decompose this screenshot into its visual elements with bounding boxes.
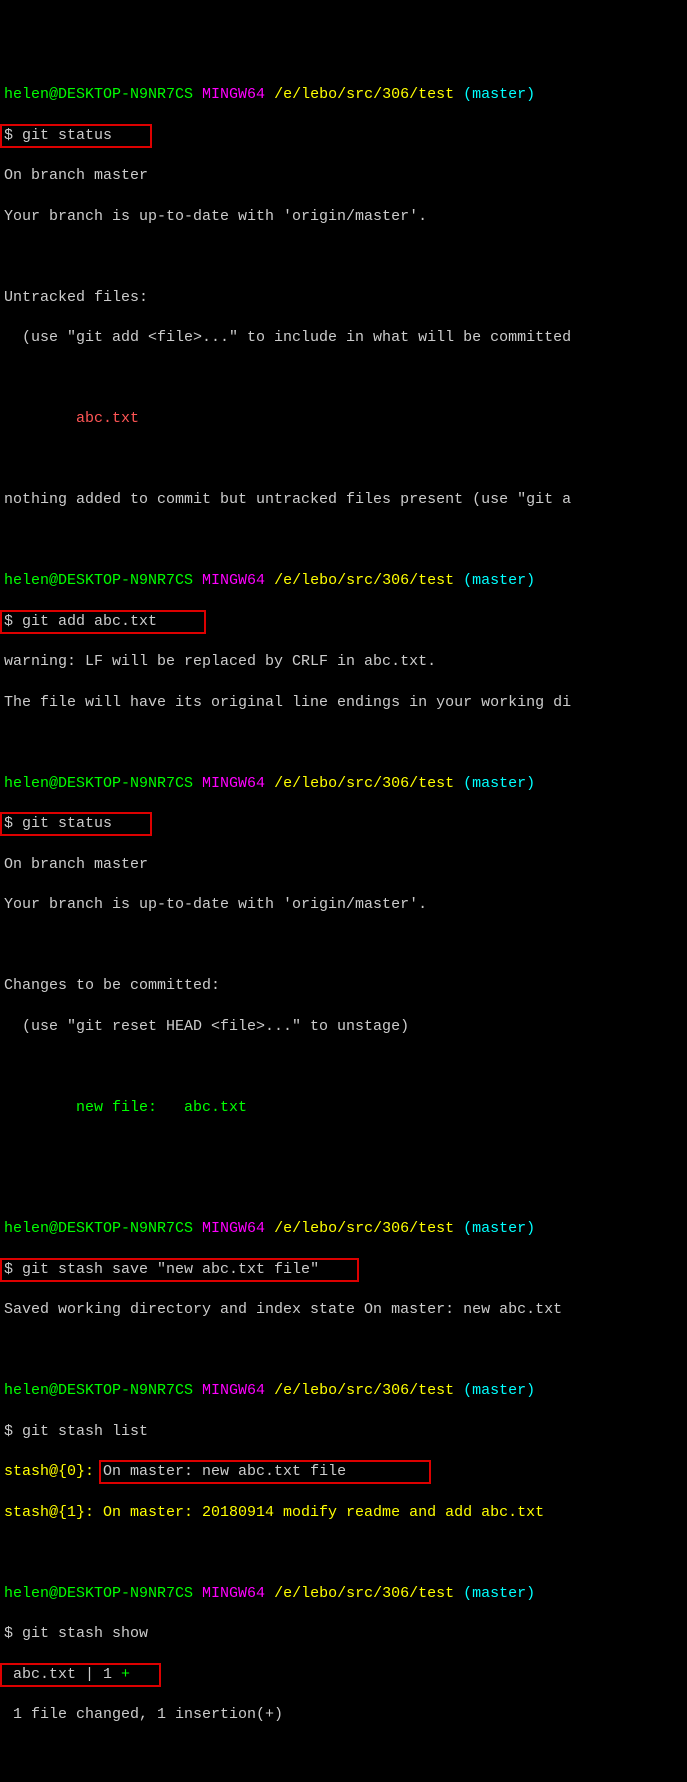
cmd-status[interactable]: git status — [22, 127, 112, 144]
shell: MINGW64 — [202, 775, 265, 792]
output-line: Saved working directory and index state … — [4, 1300, 683, 1320]
path: /e/lebo/src/306/test — [274, 1382, 454, 1399]
blank-line — [4, 369, 683, 389]
userhost: helen@DESKTOP-N9NR7CS — [4, 572, 193, 589]
prompt-line: helen@DESKTOP-N9NR7CS MINGW64 /e/lebo/sr… — [4, 85, 683, 105]
userhost: helen@DESKTOP-N9NR7CS — [4, 1382, 193, 1399]
output-line: nothing added to commit but untracked fi… — [4, 490, 683, 510]
cmd-add[interactable]: git add abc.txt — [22, 613, 157, 630]
output-line: On branch master — [4, 166, 683, 186]
branch: (master) — [463, 1585, 535, 1602]
branch: (master) — [463, 1220, 535, 1237]
path: /e/lebo/src/306/test — [274, 572, 454, 589]
blank-line — [4, 1057, 683, 1077]
shell: MINGW64 — [202, 1220, 265, 1237]
cmd-line: $ git stash save "new abc.txt file" — [4, 1260, 683, 1280]
output-line: warning: LF will be replaced by CRLF in … — [4, 652, 683, 672]
blank-line — [4, 247, 683, 267]
cmd-stash-show[interactable]: git stash show — [22, 1625, 148, 1642]
output-line: Your branch is up-to-date with 'origin/m… — [4, 895, 683, 915]
stash-line: stash@{1}: On master: 20180914 modify re… — [4, 1503, 683, 1523]
blank-line — [4, 1341, 683, 1361]
plus-icon: + — [121, 1666, 130, 1683]
output-line: Your branch is up-to-date with 'origin/m… — [4, 207, 683, 227]
highlight-box: $ git stash save "new abc.txt file" — [0, 1258, 359, 1282]
userhost: helen@DESKTOP-N9NR7CS — [4, 86, 193, 103]
cmd-line: $ git status — [4, 126, 683, 146]
highlight-box: $ git status — [0, 812, 152, 836]
prompt-line: helen@DESKTOP-N9NR7CS MINGW64 /e/lebo/sr… — [4, 1381, 683, 1401]
dollar: $ — [4, 1261, 22, 1278]
blank-line — [4, 1179, 683, 1199]
userhost: helen@DESKTOP-N9NR7CS — [4, 1220, 193, 1237]
blank-line — [4, 1543, 683, 1563]
prompt-line: helen@DESKTOP-N9NR7CS MINGW64 /e/lebo/sr… — [4, 1219, 683, 1239]
highlight-box: On master: new abc.txt file — [99, 1460, 431, 1484]
dollar: $ — [4, 613, 22, 630]
stash-line: stash@{0}: On master: new abc.txt file — [4, 1462, 683, 1482]
output-line: (use "git reset HEAD <file>..." to unsta… — [4, 1017, 683, 1037]
untracked-file: abc.txt — [4, 409, 683, 429]
shell: MINGW64 — [202, 86, 265, 103]
output-line: (use "git add <file>..." to include in w… — [4, 328, 683, 348]
highlight-box: abc.txt | 1 + — [0, 1663, 161, 1687]
path: /e/lebo/src/306/test — [274, 1585, 454, 1602]
blank-line — [4, 531, 683, 551]
branch: (master) — [463, 86, 535, 103]
cmd-stash-save[interactable]: git stash save "new abc.txt file" — [22, 1261, 319, 1278]
stash-ref: stash@{0}: — [4, 1463, 103, 1480]
prompt-line: helen@DESKTOP-N9NR7CS MINGW64 /e/lebo/sr… — [4, 1584, 683, 1604]
cmd-status[interactable]: git status — [22, 815, 112, 832]
diffstat: abc.txt | 1 — [4, 1666, 121, 1683]
output-line: The file will have its original line end… — [4, 693, 683, 713]
diff-line: abc.txt | 1 + — [4, 1665, 683, 1685]
dollar: $ — [4, 1423, 22, 1440]
highlight-box: $ git add abc.txt — [0, 610, 206, 634]
highlight-box: $ git status — [0, 124, 152, 148]
dollar: $ — [4, 1625, 22, 1642]
blank-line — [4, 1138, 683, 1158]
cmd-stash-list[interactable]: git stash list — [22, 1423, 148, 1440]
output-line: 1 file changed, 1 insertion(+) — [4, 1705, 683, 1725]
shell: MINGW64 — [202, 572, 265, 589]
blank-line — [4, 733, 683, 753]
output-line: On branch master — [4, 855, 683, 875]
userhost: helen@DESKTOP-N9NR7CS — [4, 775, 193, 792]
path: /e/lebo/src/306/test — [274, 86, 454, 103]
shell: MINGW64 — [202, 1382, 265, 1399]
cmd-line: $ git stash list — [4, 1422, 683, 1442]
shell: MINGW64 — [202, 1585, 265, 1602]
dollar: $ — [4, 815, 22, 832]
branch: (master) — [463, 572, 535, 589]
blank-line — [4, 936, 683, 956]
dollar: $ — [4, 127, 22, 144]
prompt-line: helen@DESKTOP-N9NR7CS MINGW64 /e/lebo/sr… — [4, 571, 683, 591]
cmd-line: $ git stash show — [4, 1624, 683, 1644]
cmd-line: $ git status — [4, 814, 683, 834]
path: /e/lebo/src/306/test — [274, 775, 454, 792]
blank-line — [4, 450, 683, 470]
userhost: helen@DESKTOP-N9NR7CS — [4, 1585, 193, 1602]
path: /e/lebo/src/306/test — [274, 1220, 454, 1237]
output-line: Untracked files: — [4, 288, 683, 308]
branch: (master) — [463, 775, 535, 792]
output-line: Changes to be committed: — [4, 976, 683, 996]
stash-msg: On master: new abc.txt file — [103, 1463, 346, 1480]
cmd-line: $ git add abc.txt — [4, 612, 683, 632]
prompt-line: helen@DESKTOP-N9NR7CS MINGW64 /e/lebo/sr… — [4, 774, 683, 794]
blank-line — [4, 1746, 683, 1766]
branch: (master) — [463, 1382, 535, 1399]
new-file-line: new file: abc.txt — [4, 1098, 683, 1118]
